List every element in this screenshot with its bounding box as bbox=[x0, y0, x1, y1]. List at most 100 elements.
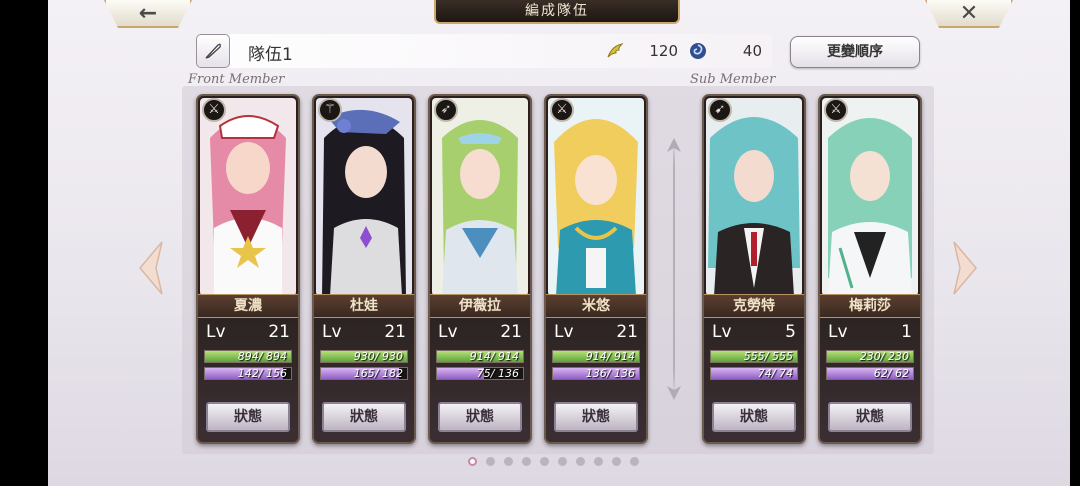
member-card[interactable]: ⚚ 杜娃 Lv 21 930/ 930 165/ 182 狀態 bbox=[312, 94, 416, 444]
mp-bar: 74/ 74 bbox=[710, 367, 798, 380]
feather-pen-icon bbox=[205, 43, 221, 59]
mp-bar: 62/ 62 bbox=[826, 367, 914, 380]
class-sword-icon: ⚔ bbox=[550, 98, 574, 122]
team-stat-swirl-value: 40 bbox=[742, 42, 762, 60]
page-indicator bbox=[468, 457, 639, 466]
page-dot[interactable] bbox=[594, 457, 603, 466]
member-stats: Lv 21 914/ 914 75/ 136 狀態 bbox=[430, 318, 530, 442]
page-dot[interactable] bbox=[612, 457, 621, 466]
level-value: 21 bbox=[616, 322, 638, 342]
character-portrait bbox=[706, 98, 802, 296]
sub-member-label: Sub Member bbox=[690, 72, 776, 87]
status-button[interactable]: 狀態 bbox=[206, 402, 290, 432]
change-order-button[interactable]: 更變順序 bbox=[790, 36, 920, 68]
hp-bar: 555/ 555 bbox=[710, 350, 798, 363]
member-name: 米悠 bbox=[546, 294, 646, 318]
divider-down-arrow-icon bbox=[667, 386, 681, 400]
wing-icon bbox=[607, 43, 624, 58]
member-stats: Lv 21 914/ 914 136/ 136 狀態 bbox=[546, 318, 646, 442]
page-dot[interactable] bbox=[468, 457, 477, 466]
previous-page-arrow-icon[interactable] bbox=[136, 240, 166, 296]
mp-text: 62/ 62 bbox=[873, 367, 909, 380]
class-sword-icon: ⚔ bbox=[824, 98, 848, 122]
page-dot[interactable] bbox=[504, 457, 513, 466]
character-portrait bbox=[316, 98, 412, 296]
mp-text: 165/ 182 bbox=[353, 367, 403, 380]
level-label: Lv bbox=[438, 322, 458, 342]
page-dot[interactable] bbox=[558, 457, 567, 466]
mp-bar: 136/ 136 bbox=[552, 367, 640, 380]
page-dot[interactable] bbox=[576, 457, 585, 466]
level-value: 21 bbox=[384, 322, 406, 342]
hp-text: 555/ 555 bbox=[743, 350, 793, 363]
status-button[interactable]: 狀態 bbox=[438, 402, 522, 432]
hp-bar: 914/ 914 bbox=[436, 350, 524, 363]
mp-bar: 165/ 182 bbox=[320, 367, 408, 380]
hp-text: 894/ 894 bbox=[237, 350, 287, 363]
level-label: Lv bbox=[554, 322, 574, 342]
edit-team-name-button[interactable] bbox=[196, 34, 230, 68]
hp-bar: 230/ 230 bbox=[826, 350, 914, 363]
member-name: 梅莉莎 bbox=[820, 294, 920, 318]
status-button[interactable]: 狀態 bbox=[322, 402, 406, 432]
member-card[interactable]: ⚔ 梅莉莎 Lv 1 230/ 230 62/ 62 狀態 bbox=[818, 94, 922, 444]
page-dot[interactable] bbox=[522, 457, 531, 466]
class-spear-icon: ➶ bbox=[434, 98, 458, 122]
order-divider bbox=[673, 140, 675, 396]
mp-bar: 75/ 136 bbox=[436, 367, 524, 380]
hp-text: 230/ 230 bbox=[859, 350, 909, 363]
page-dot[interactable] bbox=[486, 457, 495, 466]
mp-text: 136/ 136 bbox=[585, 367, 635, 380]
divider-up-arrow-icon bbox=[667, 138, 681, 152]
member-name: 夏濃 bbox=[198, 294, 298, 318]
hp-text: 930/ 930 bbox=[353, 350, 403, 363]
status-button[interactable]: 狀態 bbox=[712, 402, 796, 432]
mp-text: 74/ 74 bbox=[757, 367, 793, 380]
level-label: Lv bbox=[206, 322, 226, 342]
hp-text: 914/ 914 bbox=[585, 350, 635, 363]
right-letterbox bbox=[1070, 0, 1080, 486]
status-button[interactable]: 狀態 bbox=[554, 402, 638, 432]
member-stats: Lv 21 894/ 894 142/ 156 狀態 bbox=[198, 318, 298, 442]
back-arrow-icon: ← bbox=[138, 0, 158, 26]
team-stat-wing-value: 120 bbox=[649, 42, 678, 60]
hp-bar: 930/ 930 bbox=[320, 350, 408, 363]
level-label: Lv bbox=[322, 322, 342, 342]
level-value: 1 bbox=[901, 322, 912, 342]
member-name: 克勞特 bbox=[704, 294, 804, 318]
mp-bar: 142/ 156 bbox=[204, 367, 292, 380]
hp-bar: 894/ 894 bbox=[204, 350, 292, 363]
page-dot[interactable] bbox=[540, 457, 549, 466]
class-staff-icon: ⚚ bbox=[318, 98, 342, 122]
member-name: 伊薇拉 bbox=[430, 294, 530, 318]
character-portrait bbox=[548, 98, 644, 296]
level-value: 5 bbox=[785, 322, 796, 342]
front-member-label: Front Member bbox=[188, 72, 285, 87]
hp-text: 914/ 914 bbox=[469, 350, 519, 363]
page-title: 編成隊伍 bbox=[434, 0, 680, 24]
member-card[interactable]: ➹ 克勞特 Lv 5 555/ 555 74/ 74 狀態 bbox=[702, 94, 806, 444]
member-card[interactable]: ⚔ 米悠 Lv 21 914/ 914 136/ 136 狀態 bbox=[544, 94, 648, 444]
class-sword-icon: ⚔ bbox=[202, 98, 226, 122]
member-card[interactable]: ⚔ 夏濃 Lv 21 894/ 894 142/ 156 狀態 bbox=[196, 94, 300, 444]
page-dot[interactable] bbox=[630, 457, 639, 466]
character-portrait bbox=[432, 98, 528, 296]
class-bow-icon: ➹ bbox=[708, 98, 732, 122]
member-card[interactable]: ➶ 伊薇拉 Lv 21 914/ 914 75/ 136 狀態 bbox=[428, 94, 532, 444]
level-value: 21 bbox=[268, 322, 290, 342]
left-letterbox bbox=[0, 0, 48, 486]
level-label: Lv bbox=[712, 322, 732, 342]
status-button[interactable]: 狀態 bbox=[828, 402, 912, 432]
member-stats: Lv 5 555/ 555 74/ 74 狀態 bbox=[704, 318, 804, 442]
level-label: Lv bbox=[828, 322, 848, 342]
back-button[interactable]: ← bbox=[104, 0, 192, 28]
team-name: 隊伍1 bbox=[248, 45, 293, 65]
next-page-arrow-icon[interactable] bbox=[950, 240, 980, 296]
hp-bar: 914/ 914 bbox=[552, 350, 640, 363]
close-icon: ✕ bbox=[959, 0, 979, 26]
level-value: 21 bbox=[500, 322, 522, 342]
mp-text: 142/ 156 bbox=[237, 367, 287, 380]
character-portrait bbox=[822, 98, 918, 296]
close-button[interactable]: ✕ bbox=[925, 0, 1013, 28]
swirl-icon bbox=[690, 43, 706, 59]
